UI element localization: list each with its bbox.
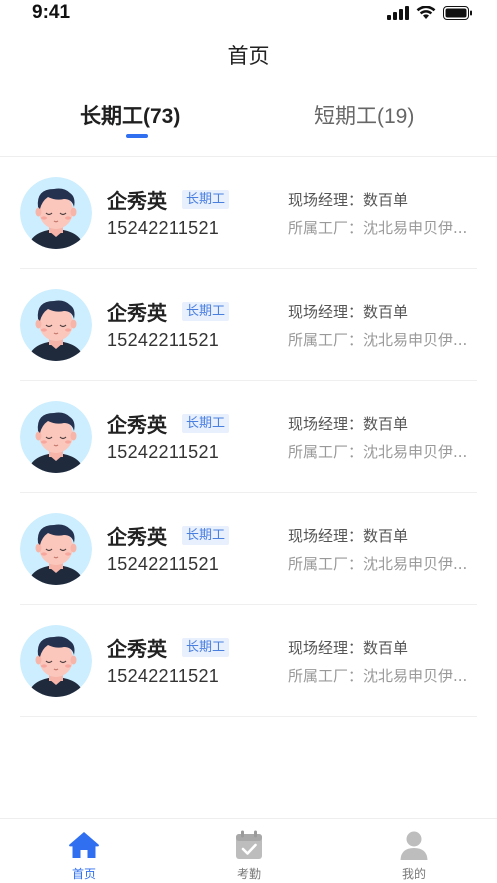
site-manager-label: 现场经理： [288, 303, 364, 321]
list-item[interactable]: 企秀英 长期工 15242211521 现场经理：数百单 所属工厂：沈北易申贝伊… [0, 605, 497, 717]
factory-label: 所属工厂： [288, 331, 364, 349]
site-manager-label: 现场经理： [288, 191, 364, 209]
battery-icon [443, 6, 472, 20]
tabbar-item-mine[interactable]: 我的 [354, 819, 474, 883]
site-manager: 现场经理：数百单 [288, 301, 408, 322]
site-manager-value: 数百单 [363, 191, 409, 209]
worker-phone: 15242211521 [107, 330, 220, 350]
worker-name: 企秀英 [107, 525, 167, 549]
avatar [20, 289, 92, 361]
tab-short-term[interactable]: 短期工(19) [314, 100, 414, 130]
active-tab-indicator [126, 134, 148, 138]
tabbar-item-attendance[interactable]: 考勤 [189, 819, 309, 883]
factory-label: 所属工厂： [288, 219, 364, 237]
site-manager: 现场经理：数百单 [288, 637, 408, 658]
site-manager-label: 现场经理： [288, 527, 364, 545]
worker-type-tabs: 长期工(73) 短期工(19) [0, 100, 497, 144]
worker-type-badge: 长期工 [182, 414, 230, 433]
avatar-icon [20, 289, 92, 361]
avatar [20, 513, 92, 585]
factory: 所属工厂：沈北易申贝伊... [288, 441, 480, 462]
avatar [20, 177, 92, 249]
list-item[interactable]: 企秀英 长期工 15242211521 现场经理：数百单 所属工厂：沈北易申贝伊… [0, 381, 497, 493]
site-manager: 现场经理：数百单 [288, 189, 408, 210]
site-manager-value: 数百单 [363, 527, 409, 545]
signal-icon [387, 6, 409, 20]
avatar-icon [20, 513, 92, 585]
list-item[interactable]: 企秀英 长期工 15242211521 现场经理：数百单 所属工厂：沈北易申贝伊… [0, 157, 497, 269]
tabbar-label-mine: 我的 [401, 867, 426, 881]
tabbar-item-home[interactable]: 首页 [24, 819, 144, 883]
avatar-icon [20, 177, 92, 249]
site-manager-label: 现场经理： [288, 415, 364, 433]
divider [20, 716, 477, 717]
list-item[interactable]: 企秀英 长期工 15242211521 现场经理：数百单 所属工厂：沈北易申贝伊… [0, 269, 497, 381]
factory-value: 沈北易申贝伊... [363, 331, 468, 349]
factory-value: 沈北易申贝伊... [363, 443, 468, 461]
bottom-tab-bar: 首页 考勤 我的 [0, 818, 497, 883]
user-icon [400, 831, 428, 860]
home-icon [69, 832, 99, 858]
factory-value: 沈北易申贝伊... [363, 667, 468, 685]
worker-name: 企秀英 [107, 301, 167, 325]
factory-label: 所属工厂： [288, 443, 364, 461]
factory-value: 沈北易申贝伊... [363, 219, 468, 237]
status-bar: 9:41 [0, 0, 497, 30]
factory: 所属工厂：沈北易申贝伊... [288, 329, 480, 350]
site-manager-label: 现场经理： [288, 639, 364, 657]
factory: 所属工厂：沈北易申贝伊... [288, 665, 480, 686]
worker-name: 企秀英 [107, 637, 167, 661]
avatar [20, 625, 92, 697]
tab-long-term[interactable]: 长期工(73) [80, 100, 180, 130]
worker-phone: 15242211521 [107, 218, 220, 238]
worker-name: 企秀英 [107, 413, 167, 437]
factory: 所属工厂：沈北易申贝伊... [288, 553, 480, 574]
site-manager: 现场经理：数百单 [288, 413, 408, 434]
worker-type-badge: 长期工 [182, 526, 230, 545]
page-title: 首页 [227, 44, 270, 68]
wifi-icon [416, 6, 436, 19]
factory: 所属工厂：沈北易申贝伊... [288, 217, 480, 238]
factory-label: 所属工厂： [288, 555, 364, 573]
worker-type-badge: 长期工 [182, 190, 230, 209]
worker-type-badge: 长期工 [182, 302, 230, 321]
calendar-check-icon [236, 830, 262, 859]
worker-type-badge: 长期工 [182, 638, 230, 657]
avatar-icon [20, 401, 92, 473]
worker-phone: 15242211521 [107, 442, 220, 462]
site-manager-value: 数百单 [363, 303, 409, 321]
factory-label: 所属工厂： [288, 667, 364, 685]
status-icons [387, 6, 473, 20]
avatar [20, 401, 92, 473]
worker-phone: 15242211521 [107, 666, 220, 686]
site-manager-value: 数百单 [363, 415, 409, 433]
factory-value: 沈北易申贝伊... [363, 555, 468, 573]
site-manager: 现场经理：数百单 [288, 525, 408, 546]
status-time: 9:41 [32, 2, 71, 23]
tabbar-label-home: 首页 [71, 867, 96, 881]
worker-name: 企秀英 [107, 189, 167, 213]
avatar-icon [20, 625, 92, 697]
list-item[interactable]: 企秀英 长期工 15242211521 现场经理：数百单 所属工厂：沈北易申贝伊… [0, 493, 497, 605]
tabbar-label-attendance: 考勤 [236, 867, 261, 881]
worker-phone: 15242211521 [107, 554, 220, 574]
site-manager-value: 数百单 [363, 639, 409, 657]
